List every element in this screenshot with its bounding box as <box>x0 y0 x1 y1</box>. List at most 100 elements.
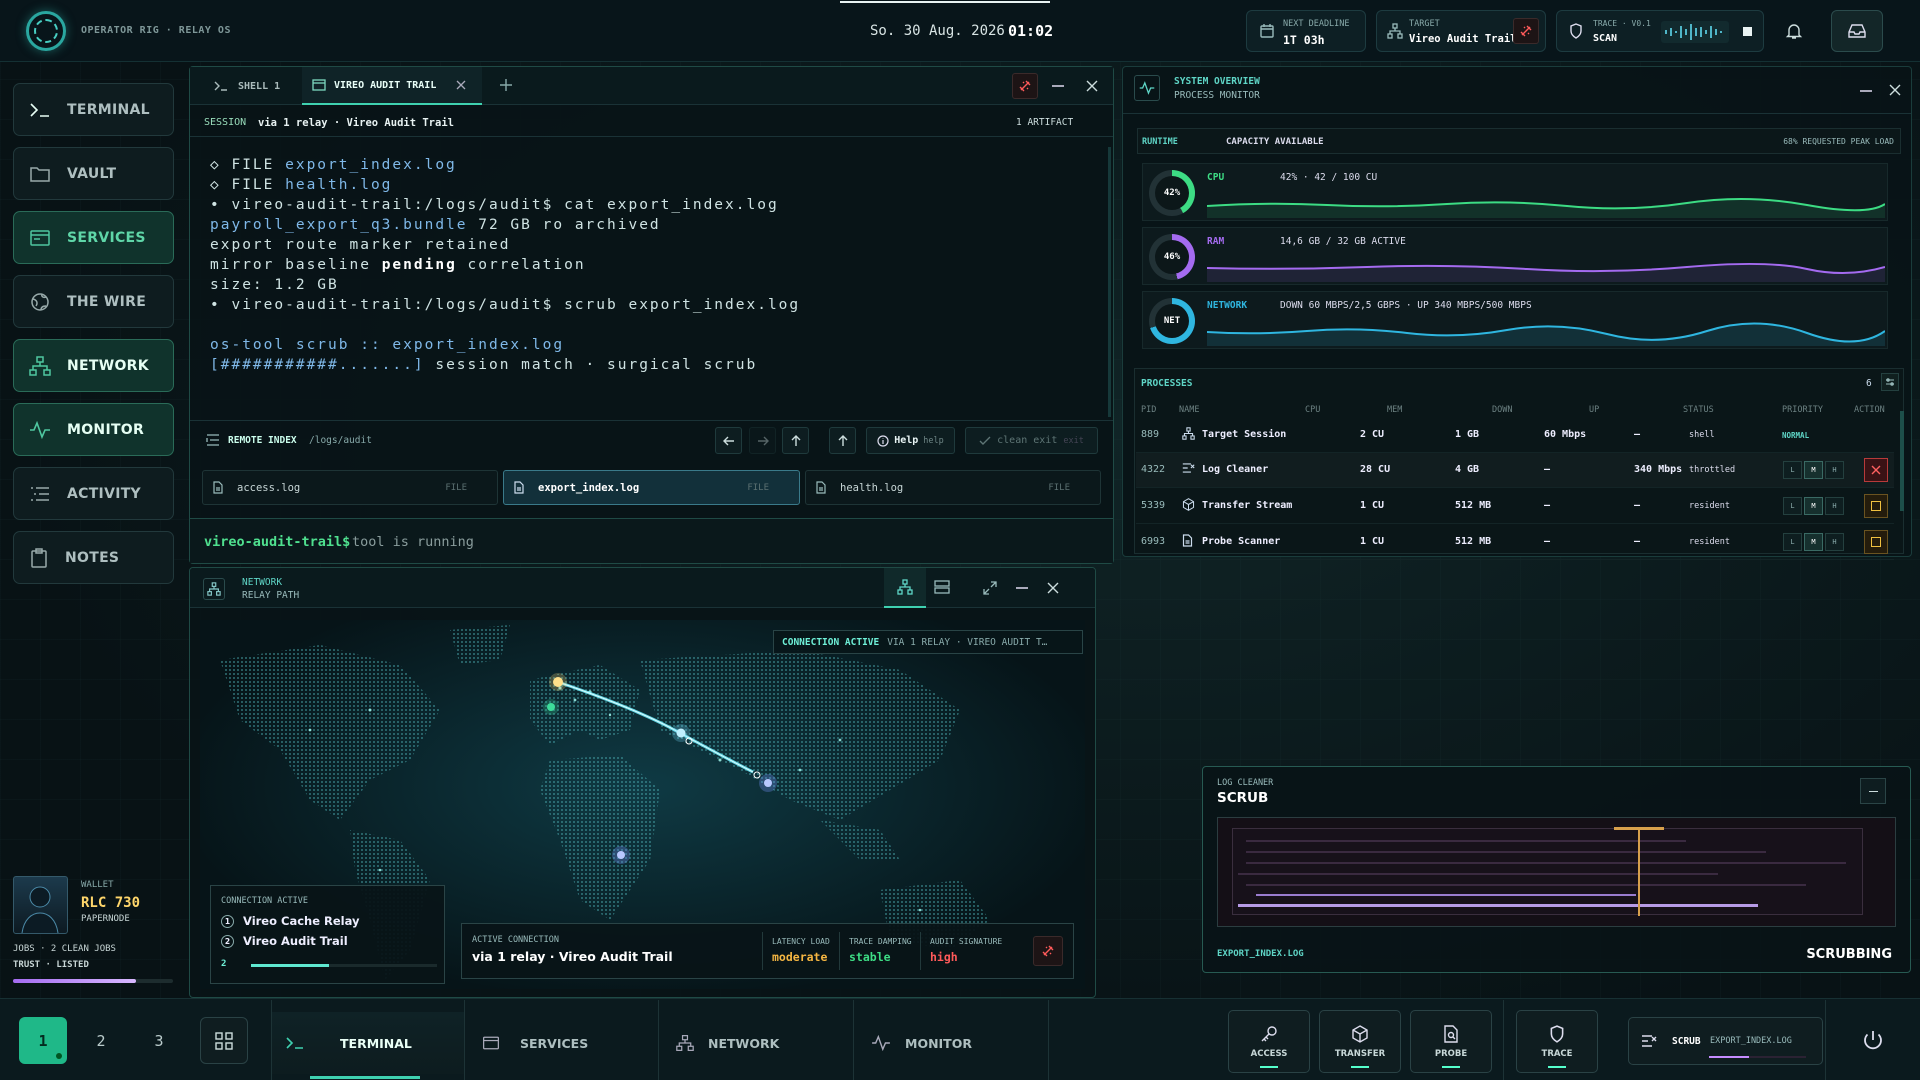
access-button[interactable]: ACCESS <box>1228 1010 1310 1073</box>
sidebar-item-services[interactable]: SERVICES <box>13 211 174 264</box>
hop-name: Vireo Audit Trail <box>243 934 348 948</box>
scrub-cursor-cap <box>1614 827 1664 830</box>
suspend-button[interactable] <box>1864 494 1888 518</box>
column-header: PID <box>1141 405 1157 415</box>
top-bar: OPERATOR RIG · RELAY OS So. 30 Aug. 2026… <box>0 0 1920 62</box>
sidebar-item-terminal[interactable]: TERMINAL <box>13 83 174 136</box>
close-icon[interactable] <box>1889 84 1901 96</box>
output-line: • vireo-audit-trail:/logs/audit$ scrub e… <box>210 297 801 313</box>
square-icon <box>1871 537 1881 547</box>
priority-l-button[interactable]: L <box>1783 461 1802 479</box>
bell-icon[interactable] <box>1779 16 1809 46</box>
trace-button[interactable]: TRACE <box>1516 1010 1598 1073</box>
taskbar-app-monitor[interactable]: MONITOR <box>871 1012 972 1074</box>
wallet-amount: RLC 730 <box>81 895 141 911</box>
check-icon <box>979 436 991 446</box>
active-app-indicator <box>310 1076 420 1079</box>
deadline-pill[interactable]: NEXT DEADLINE 1T 03h <box>1246 10 1366 52</box>
kill-button[interactable] <box>1864 458 1888 482</box>
window-icon <box>312 79 326 91</box>
cell-down: — <box>1544 500 1551 511</box>
probe-button[interactable]: PROBE <box>1410 1010 1492 1073</box>
close-icon[interactable] <box>1047 582 1059 594</box>
close-icon[interactable] <box>456 80 466 90</box>
priority-m-button[interactable]: M <box>1804 497 1823 515</box>
scrub-task-button[interactable]: SCRUB EXPORT_INDEX.LOG <box>1628 1017 1823 1065</box>
priority-l-button[interactable]: L <box>1783 497 1802 515</box>
sidebar-item-monitor[interactable]: MONITOR <box>13 403 174 456</box>
disconnect-icon[interactable] <box>1033 936 1063 966</box>
minimize-icon[interactable] <box>1052 85 1064 87</box>
table-row[interactable]: 4322 Log Cleaner 28 CU 4 GB — 340 Mbps throttl… <box>1136 453 1894 488</box>
target-pill[interactable]: TARGET Vireo Audit Trail <box>1376 10 1546 52</box>
forward-button[interactable] <box>749 427 776 454</box>
up-button[interactable] <box>782 427 809 454</box>
cell-cpu: 2 CU <box>1360 429 1385 440</box>
add-tab-icon[interactable] <box>500 79 512 91</box>
tab-label: SHELL 1 <box>238 80 281 92</box>
priority-h-button[interactable]: H <box>1825 461 1844 479</box>
divider <box>762 932 763 970</box>
minimize-icon[interactable] <box>1860 90 1872 92</box>
priority-m-button[interactable]: M <box>1804 461 1823 479</box>
workspace-3[interactable]: 3 <box>135 1017 183 1064</box>
minimize-icon[interactable] <box>1016 587 1028 589</box>
clean-exit-button[interactable]: clean exit exit <box>965 427 1098 454</box>
sidebar-item-the-wire[interactable]: THE WIRE <box>13 275 174 328</box>
taskbar-app-terminal[interactable]: TERMINAL <box>272 1012 464 1074</box>
inbox-icon[interactable] <box>1831 10 1883 52</box>
suspend-button[interactable] <box>1864 530 1888 554</box>
terminal-scrollbar[interactable] <box>1108 147 1111 417</box>
priority-l-button[interactable]: L <box>1783 533 1802 551</box>
sidebar-item-network[interactable]: NETWORK <box>13 339 174 392</box>
back-button[interactable] <box>715 427 742 454</box>
processes-label: PROCESSES <box>1141 378 1193 389</box>
list-view-icon[interactable] <box>934 580 950 594</box>
close-icon[interactable] <box>1086 80 1098 92</box>
settings-icon[interactable] <box>1881 373 1899 391</box>
expand-icon[interactable] <box>983 581 997 595</box>
avatar[interactable] <box>13 876 68 934</box>
workspace-1[interactable]: 1 <box>19 1017 67 1064</box>
disconnect-icon[interactable] <box>1513 18 1539 44</box>
sidebar-item-activity[interactable]: ACTIVITY <box>13 467 174 520</box>
taskbar-app-network[interactable]: NETWORK <box>676 1012 779 1074</box>
table-row[interactable]: 5339 Transfer Stream 1 CU 512 MB — — resident L… <box>1136 489 1894 524</box>
priority-h-button[interactable]: H <box>1825 497 1844 515</box>
divider <box>1503 1000 1504 1080</box>
table-row[interactable]: 889 Target Session 2 CU 1 GB 60 Mbps — shell NO… <box>1136 418 1894 453</box>
file-type: FILE <box>445 482 467 493</box>
power-icon[interactable] <box>1858 1026 1888 1056</box>
metric-name: NETWORK <box>1207 300 1248 311</box>
tab-vireo-audit-trail[interactable]: VIREO AUDIT TRAIL <box>302 67 482 105</box>
priority-m-button[interactable]: M <box>1804 533 1823 551</box>
file-item[interactable]: access.log FILE <box>202 470 498 505</box>
shield-icon <box>1549 1024 1565 1043</box>
file-type: FILE <box>1048 482 1070 493</box>
workspace-2[interactable]: 2 <box>77 1017 125 1064</box>
scrub-cursor[interactable] <box>1638 828 1640 916</box>
transfer-button[interactable]: TRANSFER <box>1319 1010 1401 1073</box>
command-input[interactable]: vireo-audit-trail$ tool is running <box>190 518 1113 563</box>
file-item-selected[interactable]: export_index.log FILE <box>503 470 800 505</box>
app-grid-button[interactable] <box>200 1017 248 1064</box>
terminal-icon <box>214 80 228 92</box>
trace-pill[interactable]: TRACE · V0.1 SCAN <box>1556 10 1764 52</box>
file-name: access.log <box>237 481 301 494</box>
help-button[interactable]: Help help <box>866 427 955 454</box>
tab-shell-1[interactable]: SHELL 1 <box>202 67 300 105</box>
table-row[interactable]: 6993 Probe Scanner 1 CU 512 MB — — resident L M H <box>1136 525 1894 560</box>
disconnect-icon[interactable] <box>1012 73 1038 99</box>
process-scrollbar[interactable] <box>1900 411 1904 511</box>
taskbar-app-services[interactable]: SERVICES <box>482 1012 588 1074</box>
minimize-button[interactable] <box>1860 778 1886 804</box>
sidebar-item-notes[interactable]: NOTES <box>13 531 174 584</box>
sidebar-item-label: VAULT <box>67 165 117 182</box>
line-text: mirror baseline <box>210 257 382 273</box>
upload-button[interactable] <box>829 427 856 454</box>
stop-icon[interactable] <box>1743 27 1752 36</box>
file-item[interactable]: health.log FILE <box>805 470 1101 505</box>
topology-view-icon[interactable] <box>884 568 926 608</box>
sidebar-item-vault[interactable]: VAULT <box>13 147 174 200</box>
priority-h-button[interactable]: H <box>1825 533 1844 551</box>
